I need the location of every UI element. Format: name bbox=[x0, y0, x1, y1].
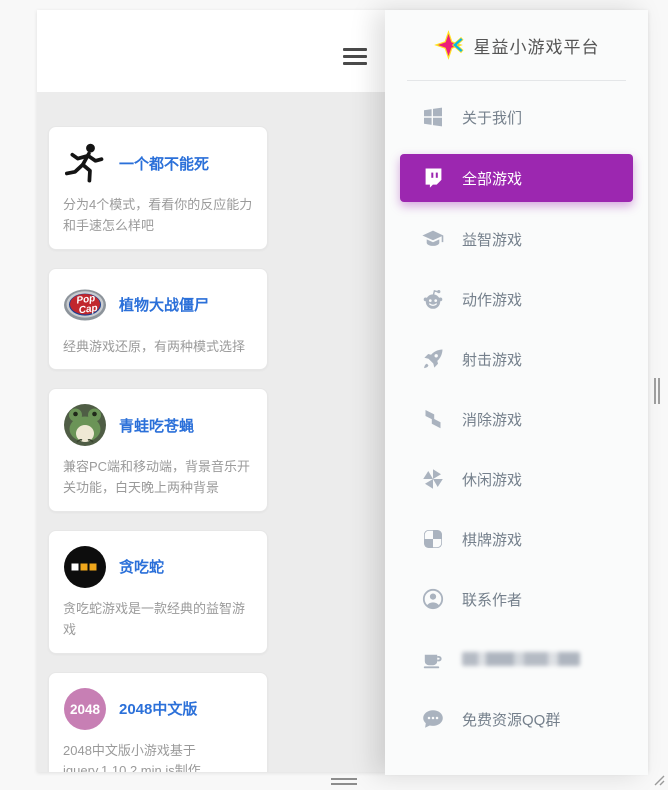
game-title-link[interactable]: 青蛙吃苍蝇 bbox=[119, 415, 194, 436]
frog-icon bbox=[63, 403, 107, 447]
game-description: 2048中文版小游戏基于jquery.1.10.2.min.js制作 bbox=[63, 741, 253, 772]
game-card[interactable]: Pop Cap 植物大战僵尸 经典游戏还原，有两种模式选择 bbox=[48, 268, 268, 371]
sidebar-item-match[interactable]: 消除游戏 bbox=[385, 389, 648, 449]
game-card[interactable]: 青蛙吃苍蝇 兼容PC端和移动端，背景音乐开关功能，白天晚上两种背景 bbox=[48, 388, 268, 512]
comment-dots-icon bbox=[421, 707, 445, 731]
sidebar-item-label: 消除游戏 bbox=[462, 409, 522, 430]
sidebar-item-contact-author[interactable]: 联系作者 bbox=[385, 569, 648, 629]
sidebar-item-shooting[interactable]: 射击游戏 bbox=[385, 329, 648, 389]
sidebar-item-label: 全部游戏 bbox=[462, 168, 522, 189]
reddit-icon bbox=[421, 287, 445, 311]
platform-logo: 星益小游戏平台 bbox=[385, 10, 648, 80]
game-title-link[interactable]: 贪吃蛇 bbox=[119, 556, 164, 577]
sidebar-item-label: 棋牌游戏 bbox=[462, 529, 522, 550]
rocket-icon bbox=[421, 347, 445, 371]
sidebar-item-label: 益智游戏 bbox=[462, 229, 522, 250]
popcap-logo-icon: Pop Cap bbox=[63, 283, 107, 327]
running-man-icon bbox=[63, 141, 107, 185]
svg-text:2048: 2048 bbox=[70, 702, 101, 717]
sidebar-item-label: 关于我们 bbox=[462, 107, 522, 128]
sidebar-item-label: 休闲游戏 bbox=[462, 469, 522, 490]
resize-grip-icon[interactable] bbox=[651, 772, 665, 786]
game-title-link[interactable]: 一个都不能死 bbox=[119, 153, 209, 174]
graduation-cap-icon bbox=[421, 227, 445, 251]
platform-title: 星益小游戏平台 bbox=[474, 33, 600, 58]
sidebar-item-all-games[interactable]: 全部游戏 bbox=[400, 154, 633, 202]
sidebar-item-casual[interactable]: 休闲游戏 bbox=[385, 449, 648, 509]
game-card[interactable]: 一个都不能死 分为4个模式，看看你的反应能力和手速怎么样吧 bbox=[48, 126, 268, 250]
sidebar-item-label: 联系作者 bbox=[462, 589, 522, 610]
game-title-link[interactable]: 2048中文版 bbox=[119, 698, 197, 719]
sidebar-drawer: 星益小游戏平台 关于我们 全部游戏 bbox=[385, 10, 648, 775]
sidebar-menu: 关于我们 全部游戏 益智游戏 bbox=[385, 81, 648, 749]
bottom-drag-handle[interactable] bbox=[331, 778, 357, 788]
2048-badge-icon: 2048 bbox=[63, 687, 107, 731]
vertical-scrollbar-handle[interactable] bbox=[654, 378, 660, 404]
game-description: 兼容PC端和移动端，背景音乐开关功能，白天晚上两种背景 bbox=[63, 457, 253, 499]
pinwheel-icon bbox=[421, 467, 445, 491]
game-card[interactable]: 2048 2048中文版 2048中文版小游戏基于jquery.1.10.2.m… bbox=[48, 672, 268, 772]
hamburger-menu-icon[interactable] bbox=[343, 48, 367, 65]
snake-icon bbox=[63, 545, 107, 589]
sidebar-item-label: 免费资源QQ群 bbox=[462, 709, 560, 730]
game-card[interactable]: 贪吃蛇 贪吃蛇游戏是一款经典的益智游戏 bbox=[48, 530, 268, 654]
game-description: 贪吃蛇游戏是一款经典的益智游戏 bbox=[63, 599, 253, 641]
sidebar-item-action[interactable]: 动作游戏 bbox=[385, 269, 648, 329]
windows-icon bbox=[421, 105, 445, 129]
sidebar-item-label: 射击游戏 bbox=[462, 349, 522, 370]
game-description: 经典游戏还原，有两种模式选择 bbox=[63, 337, 253, 358]
sidebar-item-about[interactable]: 关于我们 bbox=[385, 87, 648, 147]
checkerboard-icon bbox=[421, 527, 445, 551]
sidebar-item-label-blurred bbox=[462, 652, 580, 666]
user-circle-icon bbox=[421, 587, 445, 611]
sidebar-item-puzzle[interactable]: 益智游戏 bbox=[385, 209, 648, 269]
houzz-icon bbox=[421, 407, 445, 431]
sidebar-item-board[interactable]: 棋牌游戏 bbox=[385, 509, 648, 569]
coffee-cup-icon bbox=[421, 647, 445, 671]
game-description: 分为4个模式，看看你的反应能力和手速怎么样吧 bbox=[63, 195, 253, 237]
game-title-link[interactable]: 植物大战僵尸 bbox=[119, 294, 209, 315]
sidebar-item-qq-group[interactable]: 免费资源QQ群 bbox=[385, 689, 648, 749]
sidebar-item-redacted[interactable] bbox=[385, 629, 648, 689]
sidebar-item-label: 动作游戏 bbox=[462, 289, 522, 310]
twitch-icon bbox=[421, 166, 445, 190]
star-logo-icon bbox=[434, 30, 464, 60]
